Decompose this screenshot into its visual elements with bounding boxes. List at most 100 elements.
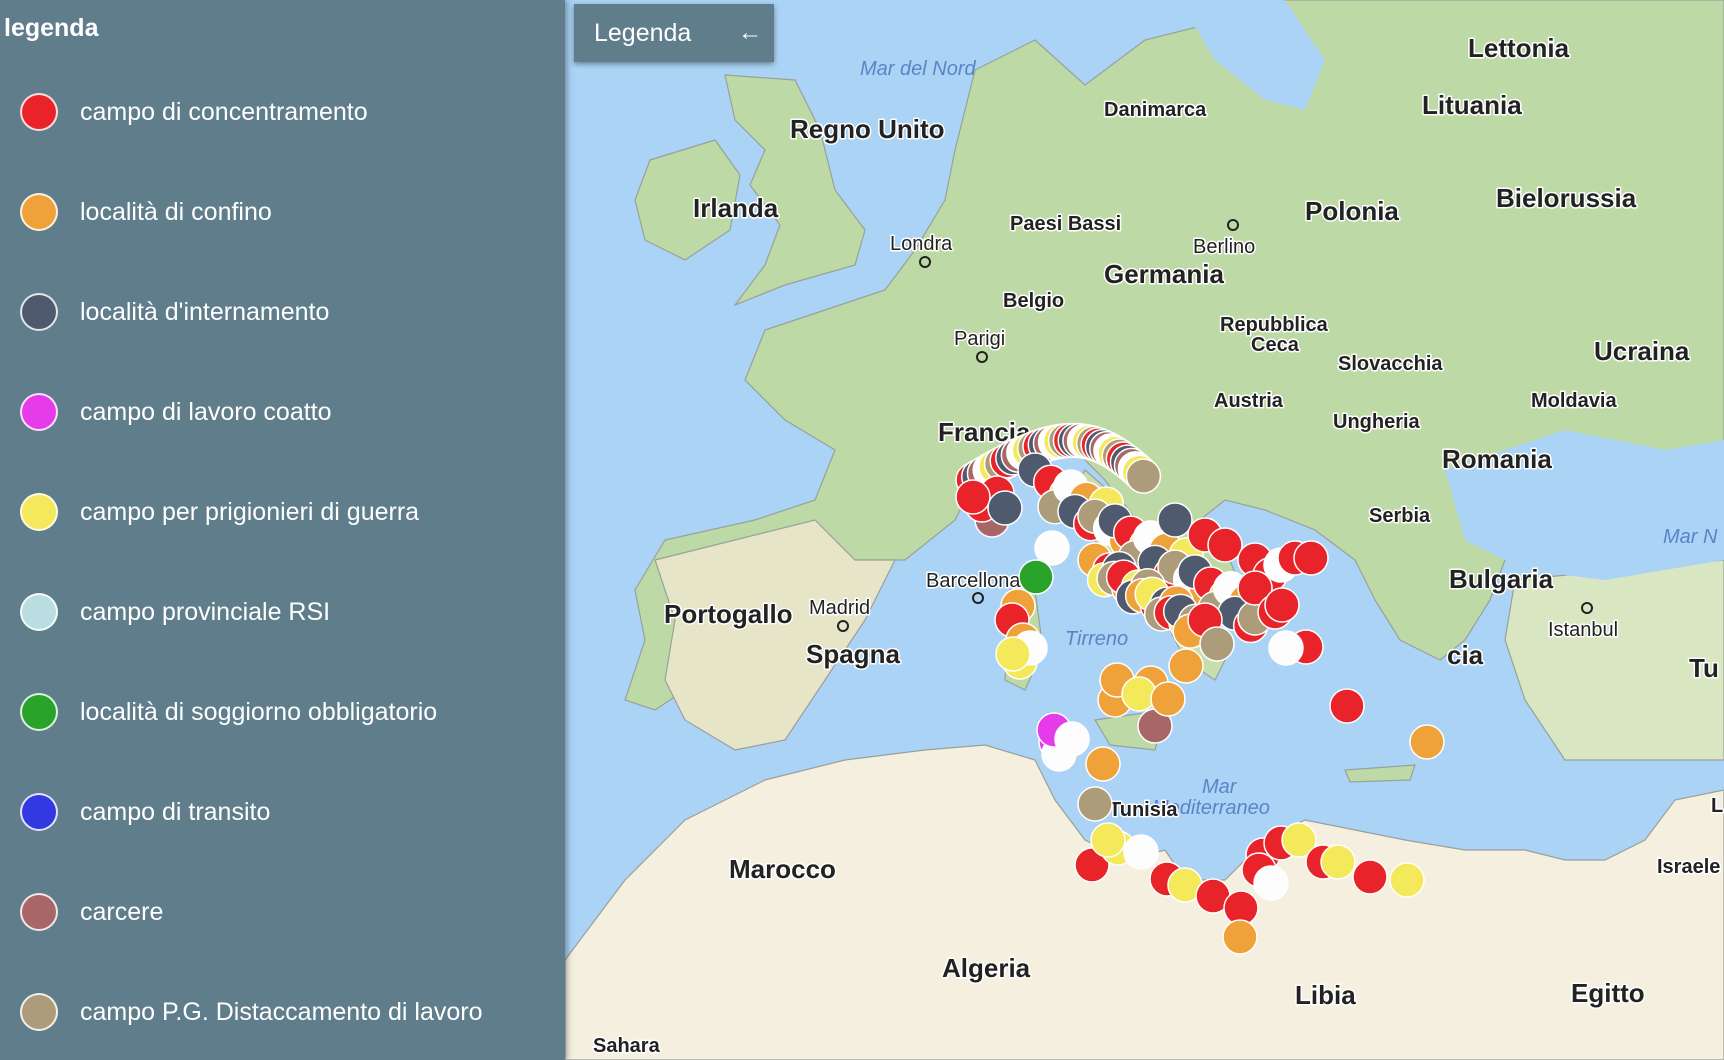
legend-color-dot: [20, 893, 58, 931]
legend-item[interactable]: campo di transito: [20, 790, 270, 834]
country-label: Lettonia: [1468, 33, 1570, 63]
legend-item-label: campo provinciale RSI: [80, 597, 331, 626]
country-label: Spagna: [806, 639, 900, 669]
country-label: Repubblica: [1220, 314, 1329, 336]
camp-marker[interactable]: [1054, 721, 1090, 757]
camp-marker[interactable]: [1320, 844, 1356, 880]
country-label: L: [1711, 795, 1723, 817]
legend-item[interactable]: campo P.G. Distaccamento di lavoro: [20, 990, 483, 1034]
legend-item-label: campo di transito: [80, 797, 271, 826]
camp-marker[interactable]: [1150, 681, 1186, 717]
legend-title: legenda: [4, 14, 99, 42]
legend-item[interactable]: campo per prigionieri di guerra: [20, 490, 419, 534]
camp-marker[interactable]: [1268, 630, 1304, 666]
camp-marker[interactable]: [1409, 724, 1445, 760]
legend-item[interactable]: località di confino: [20, 190, 272, 234]
city-label: Londra: [890, 233, 953, 255]
legend-color-dot: [20, 693, 58, 731]
camp-marker[interactable]: [1329, 688, 1365, 724]
camp-marker[interactable]: [1199, 626, 1235, 662]
country-label: Sahara: [593, 1035, 661, 1057]
city-label: Istanbul: [1548, 619, 1618, 641]
country-label: cia: [1447, 640, 1484, 670]
camp-marker[interactable]: [1389, 862, 1425, 898]
country-label: Libia: [1295, 980, 1356, 1010]
camp-marker[interactable]: [1125, 458, 1162, 494]
camp-marker[interactable]: [955, 479, 991, 515]
country-label: Regno Unito: [790, 114, 945, 144]
country-label: Austria: [1214, 390, 1284, 412]
camp-marker[interactable]: [995, 636, 1031, 672]
legend-item-label: località d'internamento: [80, 297, 330, 326]
country-label: Bulgaria: [1449, 564, 1554, 594]
country-label: Ucraina: [1594, 336, 1690, 366]
legend-item-label: campo per prigionieri di guerra: [80, 497, 420, 526]
map-canvas[interactable]: Mar del Nord Tirreno Mar Mediterraneo Ma…: [565, 0, 1724, 1060]
country-label: Ungheria: [1333, 411, 1421, 433]
legend-item[interactable]: località d'internamento: [20, 290, 329, 334]
camp-marker[interactable]: [987, 490, 1023, 526]
legend-sidebar: legenda campo di concentramento località …: [0, 0, 565, 1060]
land-crete: [1344, 764, 1416, 783]
sea-label: Tirreno: [1065, 628, 1128, 650]
country-label: Moldavia: [1531, 390, 1617, 412]
camp-marker[interactable]: [1293, 540, 1329, 576]
country-label: Bielorussia: [1496, 183, 1637, 213]
camp-marker[interactable]: [1090, 822, 1126, 858]
country-label: Serbia: [1369, 505, 1431, 527]
legend-button-label: Legenda: [594, 18, 692, 47]
legend-color-dot: [20, 493, 58, 531]
city-label: Barcellona: [926, 570, 1021, 592]
country-label: Romania: [1442, 444, 1552, 474]
camp-marker[interactable]: [1352, 859, 1388, 895]
country-label: Algeria: [942, 953, 1031, 983]
legend-item-label: campo di lavoro coatto: [80, 397, 332, 426]
country-label: Lituania: [1422, 90, 1522, 120]
camp-marker[interactable]: [1157, 502, 1193, 538]
legend-color-dot: [20, 593, 58, 631]
camp-marker[interactable]: [1077, 786, 1113, 822]
legend-color-dot: [20, 393, 58, 431]
camp-marker[interactable]: [1123, 834, 1159, 870]
camp-marker[interactable]: [1207, 527, 1243, 563]
legend-item[interactable]: carcere: [20, 890, 163, 934]
city-label: Madrid: [809, 597, 870, 619]
legend-item-label: località di soggiorno obbligatorio: [80, 697, 438, 726]
camp-marker[interactable]: [1018, 559, 1054, 595]
sea-label: Mar: [1202, 776, 1238, 798]
country-label: Tunisia: [1109, 799, 1178, 821]
country-label: Germania: [1104, 259, 1224, 289]
legend-item-label: località di confino: [80, 197, 272, 226]
country-label: Polonia: [1305, 196, 1399, 226]
land-north-africa: [565, 744, 1724, 1060]
camp-marker[interactable]: [1085, 746, 1121, 782]
country-label: Danimarca: [1104, 99, 1207, 121]
legend-item-label: campo di concentramento: [80, 97, 368, 126]
country-label: Slovacchia: [1338, 353, 1443, 375]
legend-color-dot: [20, 193, 58, 231]
city-label: Parigi: [954, 328, 1005, 350]
country-label: Irlanda: [693, 193, 779, 223]
country-label: Tu: [1689, 653, 1719, 683]
legend-item[interactable]: campo di concentramento: [20, 90, 368, 134]
legend-item[interactable]: località di soggiorno obbligatorio: [20, 690, 437, 734]
arrow-left-icon: ←: [738, 19, 762, 46]
sea-label: Mar del Nord: [860, 58, 976, 80]
legend-toggle-button[interactable]: Legenda ←: [574, 4, 774, 62]
land-great-britain: [724, 74, 866, 307]
country-label: Portogallo: [664, 599, 793, 629]
camp-marker[interactable]: [1222, 919, 1258, 955]
legend-item[interactable]: campo provinciale RSI: [20, 590, 330, 634]
camp-marker[interactable]: [1121, 676, 1157, 712]
map-view[interactable]: Mar del Nord Tirreno Mar Mediterraneo Ma…: [565, 0, 1724, 1060]
legend-item[interactable]: campo di lavoro coatto: [20, 390, 332, 434]
camp-marker[interactable]: [1168, 648, 1204, 684]
legend-item-label: carcere: [80, 897, 164, 926]
country-label: Ceca: [1251, 334, 1300, 356]
camp-marker[interactable]: [1264, 587, 1300, 623]
country-label: Paesi Bassi: [1010, 213, 1121, 235]
legend-color-dot: [20, 93, 58, 131]
camp-marker[interactable]: [1253, 865, 1289, 901]
country-label: Belgio: [1003, 290, 1064, 312]
city-dot-barcellona: [972, 592, 984, 604]
